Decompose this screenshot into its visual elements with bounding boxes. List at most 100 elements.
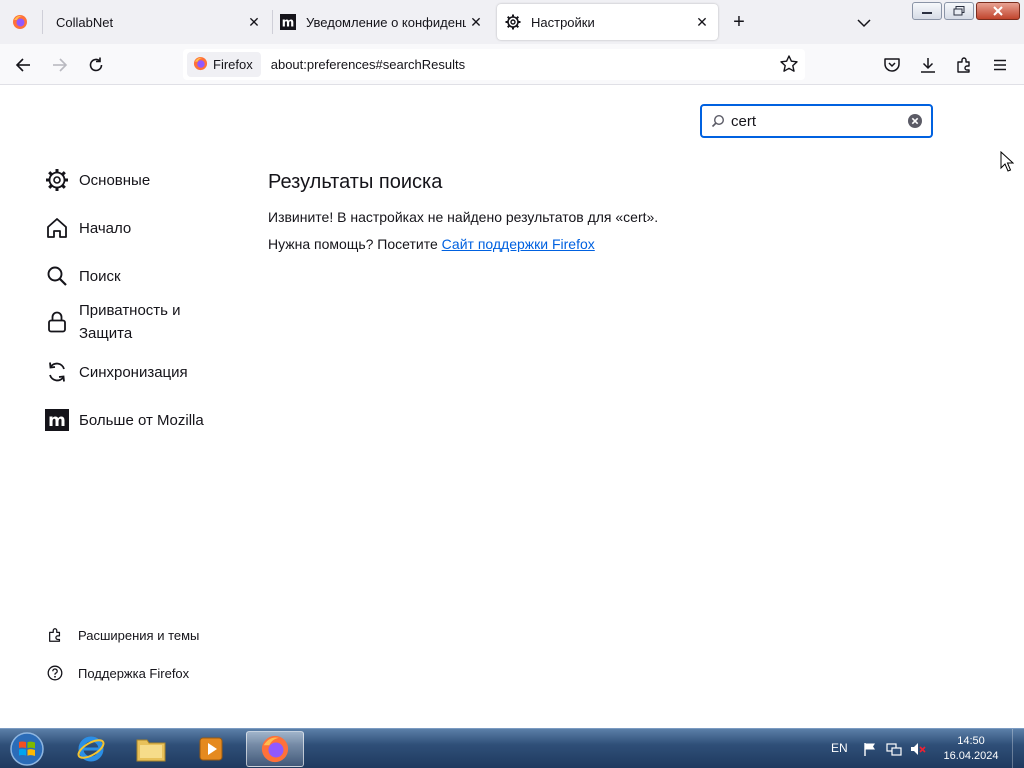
category-more-from-mozilla[interactable]: m Больше от Mozilla bbox=[44, 407, 224, 433]
chevron-down-icon bbox=[857, 19, 871, 28]
minimize-button[interactable] bbox=[912, 2, 942, 20]
network-icon[interactable] bbox=[886, 741, 902, 757]
firefox-icon bbox=[12, 14, 28, 30]
window-close-button[interactable] bbox=[976, 2, 1020, 20]
internet-explorer-icon bbox=[77, 736, 105, 762]
tab-separator bbox=[272, 10, 273, 34]
volume-muted-icon[interactable] bbox=[910, 741, 926, 757]
back-button[interactable] bbox=[11, 53, 35, 77]
bookmark-star-icon[interactable] bbox=[779, 54, 799, 74]
forward-button[interactable] bbox=[48, 53, 72, 77]
extensions-button[interactable] bbox=[952, 53, 976, 77]
search-input[interactable] bbox=[731, 112, 901, 130]
category-label: Синхронизация bbox=[79, 363, 188, 381]
close-tab-icon[interactable]: ✕ bbox=[246, 14, 262, 30]
svg-text:m: m bbox=[48, 411, 66, 431]
tab-strip: CollabNet ✕ m Уведомление о конфиденциал… bbox=[0, 0, 1024, 44]
pocket-icon bbox=[884, 58, 900, 72]
download-icon bbox=[921, 58, 935, 73]
gear-icon bbox=[44, 167, 70, 193]
gear-icon bbox=[505, 14, 521, 30]
reload-button[interactable] bbox=[84, 53, 108, 77]
lock-icon bbox=[44, 309, 70, 335]
taskbar-media-player[interactable] bbox=[182, 731, 240, 767]
svg-text:m: m bbox=[282, 16, 295, 30]
pocket-button[interactable] bbox=[880, 53, 904, 77]
preferences-search-box[interactable] bbox=[700, 104, 933, 138]
tab-title: Уведомление о конфиденциальности bbox=[306, 14, 466, 30]
tab-privacy-notice[interactable]: m Уведомление о конфиденциальности ✕ bbox=[280, 0, 492, 44]
category-label: Приватность и Защита bbox=[79, 302, 181, 342]
category-search[interactable]: Поиск bbox=[44, 263, 224, 289]
category-label: Больше от Mozilla bbox=[79, 411, 204, 429]
navigation-toolbar: Firefox about:preferences#searchResults bbox=[0, 44, 1024, 85]
extensions-themes-label: Расширения и темы bbox=[78, 627, 200, 643]
folder-icon bbox=[136, 739, 166, 762]
action-center-flag-icon[interactable] bbox=[862, 741, 878, 757]
search-icon bbox=[711, 114, 725, 128]
category-label: Начало bbox=[79, 219, 132, 237]
new-tab-button[interactable]: + bbox=[728, 12, 750, 34]
minimize-icon bbox=[922, 12, 932, 14]
restore-button[interactable] bbox=[944, 2, 974, 20]
tab-title: CollabNet bbox=[56, 14, 114, 30]
firefox-icon bbox=[193, 56, 208, 74]
help-line: Нужна помощь? Посетите Сайт поддержки Fi… bbox=[268, 236, 595, 252]
list-all-tabs-button[interactable] bbox=[853, 12, 875, 34]
extensions-themes-link[interactable]: Расширения и темы bbox=[47, 627, 199, 643]
close-tab-icon[interactable]: ✕ bbox=[694, 14, 710, 30]
window-controls bbox=[912, 2, 1020, 20]
puzzle-icon bbox=[957, 57, 970, 73]
mozilla-icon: m bbox=[44, 407, 70, 433]
home-icon bbox=[44, 215, 70, 241]
taskbar-firefox[interactable] bbox=[246, 731, 304, 767]
system-clock[interactable]: 14:50 16.04.2024 bbox=[940, 734, 1002, 764]
tab-title: Настройки bbox=[531, 14, 595, 30]
tab-settings[interactable]: Настройки ✕ bbox=[497, 4, 718, 40]
preferences-page: Основные Начало Поиск Приватность и Защи… bbox=[0, 86, 1024, 728]
arrow-left-icon bbox=[15, 58, 30, 72]
taskbar-explorer[interactable] bbox=[122, 731, 180, 767]
windows-taskbar: EN 14:50 16.04.2024 bbox=[0, 728, 1024, 768]
clear-search-icon[interactable] bbox=[907, 113, 923, 129]
tab-collabnet[interactable]: CollabNet ✕ bbox=[12, 0, 270, 44]
restore-icon bbox=[953, 6, 965, 16]
url-text[interactable]: about:preferences#searchResults bbox=[271, 57, 465, 72]
sync-icon bbox=[44, 359, 70, 385]
app-menu-button[interactable] bbox=[988, 53, 1012, 77]
search-results-title: Результаты поиска bbox=[268, 171, 443, 193]
category-home[interactable]: Начало bbox=[44, 215, 224, 241]
downloads-button[interactable] bbox=[916, 53, 940, 77]
close-tab-icon[interactable]: ✕ bbox=[468, 14, 484, 30]
category-sync[interactable]: Синхронизация bbox=[44, 359, 224, 385]
identity-box[interactable]: Firefox bbox=[187, 52, 261, 77]
clock-time: 14:50 bbox=[957, 735, 985, 747]
tab-separator bbox=[42, 10, 43, 34]
reload-icon bbox=[89, 57, 103, 72]
show-desktop-button[interactable] bbox=[1012, 729, 1024, 768]
help-icon bbox=[47, 665, 63, 681]
mozilla-icon: m bbox=[280, 14, 296, 30]
mouse-cursor-icon bbox=[1000, 151, 1014, 172]
start-button[interactable] bbox=[4, 731, 50, 767]
help-prefix: Нужна помощь? Посетите bbox=[268, 236, 442, 252]
taskbar-internet-explorer[interactable] bbox=[62, 731, 120, 767]
url-bar[interactable]: Firefox about:preferences#searchResults bbox=[183, 49, 805, 80]
firefox-support-label: Поддержка Firefox bbox=[78, 665, 190, 681]
media-player-icon bbox=[199, 737, 223, 761]
windows-orb-icon bbox=[10, 732, 44, 766]
firefox-icon bbox=[261, 735, 289, 763]
support-site-link[interactable]: Сайт поддержки Firefox bbox=[442, 236, 595, 252]
category-general[interactable]: Основные bbox=[44, 167, 224, 193]
language-indicator[interactable]: EN bbox=[831, 741, 848, 755]
search-icon bbox=[44, 263, 70, 289]
no-results-message: Извините! В настройках не найдено резуль… bbox=[268, 209, 659, 225]
arrow-right-icon bbox=[53, 58, 68, 72]
firefox-support-link[interactable]: Поддержка Firefox bbox=[47, 665, 189, 681]
category-label: Основные bbox=[79, 171, 151, 189]
puzzle-icon bbox=[47, 627, 63, 643]
hamburger-menu-icon bbox=[994, 59, 1006, 71]
close-icon bbox=[993, 6, 1003, 16]
category-privacy[interactable]: Приватность и Защита bbox=[44, 299, 224, 345]
identity-label: Firefox bbox=[213, 57, 253, 72]
